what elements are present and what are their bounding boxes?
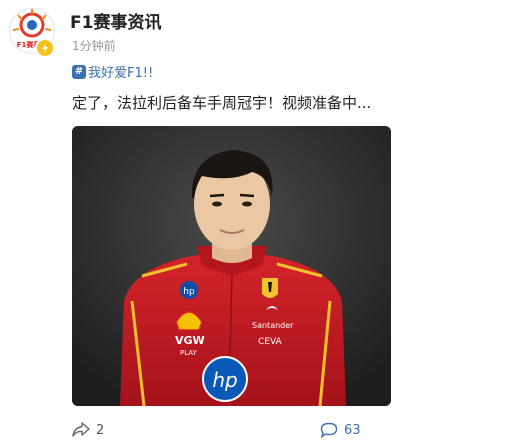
hashtag-icon: # xyxy=(72,64,86,79)
verified-badge xyxy=(35,38,55,58)
post-card: F1赛事资 F1赛事资讯 1分钟前 # 我好爱F1!! 定了，法拉利后备车手周冠… xyxy=(0,0,511,445)
comment-button[interactable]: 63 xyxy=(320,422,361,438)
comment-count: 63 xyxy=(344,422,361,438)
post-time: 1分钟前 xyxy=(72,39,116,53)
hp-large-label: hp xyxy=(212,368,237,392)
share-count: 2 xyxy=(96,422,105,438)
share-icon xyxy=(72,422,90,437)
post-photo[interactable]: hp VGW PLAY Santander CEVA hp xyxy=(72,126,391,406)
post-content: 定了，法拉利后备车手周冠宇！视频准备中... xyxy=(72,94,372,112)
topic-label: 我好爱F1!! xyxy=(88,66,154,81)
vgw-label: VGW xyxy=(175,334,205,347)
comment-icon xyxy=(320,422,338,438)
driver-portrait: hp VGW PLAY Santander CEVA hp xyxy=(72,126,391,406)
share-button[interactable]: 2 xyxy=(72,422,104,438)
santander-label: Santander xyxy=(252,321,294,330)
author-name[interactable]: F1赛事资讯 xyxy=(70,8,161,33)
ceva-label: CEVA xyxy=(258,337,283,347)
lightning-icon xyxy=(42,43,48,53)
play-label: PLAY xyxy=(180,349,198,357)
topic-link[interactable]: # 我好爱F1!! xyxy=(72,62,153,81)
action-bar: 2 63 xyxy=(0,415,511,445)
hp-small-label: hp xyxy=(183,287,195,297)
